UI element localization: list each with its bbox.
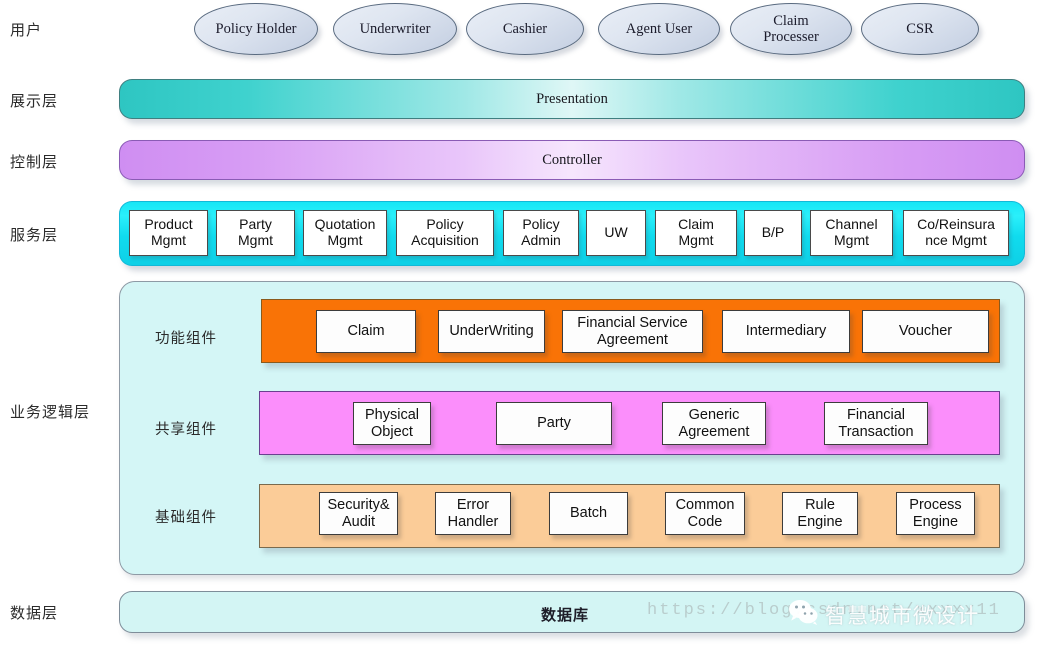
business-row-label-shared: 共享组件 [155,422,217,438]
service-box-channel-mgmt[interactable]: Channel Mgmt [810,210,893,256]
component-box-financial-service-agreement[interactable]: Financial Service Agreement [562,310,703,353]
component-box-process-engine[interactable]: Process Engine [896,492,975,535]
component-box-label: Financial Transaction [838,406,914,440]
component-box-physical-object[interactable]: Physical Object [353,402,431,445]
component-box-intermediary[interactable]: Intermediary [722,310,850,353]
component-box-financial-transaction[interactable]: Financial Transaction [824,402,928,445]
layer-label-presentation: 展示层 [10,94,59,110]
component-box-label: Process Engine [909,496,962,530]
actor-csr[interactable]: CSR [861,3,979,55]
component-box-security-audit[interactable]: Security& Audit [319,492,398,535]
actor-agent-user[interactable]: Agent User [598,3,720,55]
service-box-label: Claim Mgmt [678,216,714,248]
architecture-diagram: 用户 展示层 控制层 服务层 业务逻辑层 数据层 Policy Holder U… [0,0,1037,662]
actor-label: Policy Holder [215,20,297,37]
service-box-claim-mgmt[interactable]: Claim Mgmt [655,210,737,256]
component-box-label: Common Code [675,496,735,530]
service-box-label: B/P [761,224,785,241]
component-box-label: UnderWriting [449,323,534,340]
actor-policy-holder[interactable]: Policy Holder [194,3,318,55]
service-box-label: Co/Reinsura nce Mgmt [917,216,995,248]
service-box-policy-admin[interactable]: Policy Admin [503,210,579,256]
component-box-common-code[interactable]: Common Code [665,492,745,535]
presentation-layer-bar[interactable]: Presentation [119,79,1025,119]
service-box-bp[interactable]: B/P [744,210,802,256]
actor-claim-processer[interactable]: Claim Processer [730,3,852,55]
actor-underwriter[interactable]: Underwriter [333,3,457,55]
component-box-party[interactable]: Party [496,402,612,445]
actor-label: Claim Processer [763,12,819,45]
layer-label-user: 用户 [10,23,43,39]
actor-label: CSR [906,20,934,37]
database-label: 数据库 [541,608,590,624]
component-box-underwriting[interactable]: UnderWriting [438,310,545,353]
actor-label: Agent User [625,20,693,37]
controller-label: Controller [542,151,602,168]
layer-label-business: 业务逻辑层 [10,405,91,421]
component-box-generic-agreement[interactable]: Generic Agreement [662,402,766,445]
layer-label-controller: 控制层 [10,155,59,171]
layer-label-data: 数据层 [10,606,59,622]
service-box-label: Policy Acquisition [411,216,479,248]
service-box-label: Policy Admin [521,216,561,248]
service-box-co-reinsurance-mgmt[interactable]: Co/Reinsura nce Mgmt [903,210,1009,256]
component-box-label: Batch [569,505,608,522]
component-box-label: Party [537,415,571,432]
component-box-batch[interactable]: Batch [549,492,628,535]
component-box-label: Generic Agreement [678,406,750,440]
component-box-label: Intermediary [745,323,827,340]
component-box-label: Security& Audit [327,496,390,530]
service-box-label: Product Mgmt [144,216,193,248]
actor-cashier[interactable]: Cashier [466,3,584,55]
component-box-label: Rule Engine [797,496,843,530]
component-box-error-handler[interactable]: Error Handler [435,492,511,535]
business-row-label-foundation: 基础组件 [155,510,217,526]
service-box-quotation-mgmt[interactable]: Quotation Mgmt [303,210,387,256]
component-box-claim[interactable]: Claim [316,310,416,353]
component-box-label: Physical Object [365,406,419,440]
service-box-uw[interactable]: UW [586,210,646,256]
service-box-label: UW [604,224,628,241]
component-box-voucher[interactable]: Voucher [862,310,989,353]
component-box-label: Voucher [898,323,953,340]
component-box-label: Error Handler [447,496,499,530]
layer-label-service: 服务层 [10,228,59,244]
business-row-label-functional: 功能组件 [155,331,217,347]
service-box-policy-acquisition[interactable]: Policy Acquisition [396,210,494,256]
actor-label: Cashier [502,20,548,37]
service-box-label: Party Mgmt [238,216,273,248]
controller-layer-bar[interactable]: Controller [119,140,1025,180]
component-box-label: Financial Service Agreement [577,314,688,348]
service-box-product-mgmt[interactable]: Product Mgmt [129,210,208,256]
service-box-label: Channel Mgmt [825,216,878,248]
service-box-label: Quotation Mgmt [314,216,376,248]
actor-label: Underwriter [359,20,431,37]
component-box-rule-engine[interactable]: Rule Engine [782,492,858,535]
presentation-label: Presentation [536,90,608,107]
service-box-party-mgmt[interactable]: Party Mgmt [216,210,295,256]
component-box-label: Claim [347,323,385,340]
